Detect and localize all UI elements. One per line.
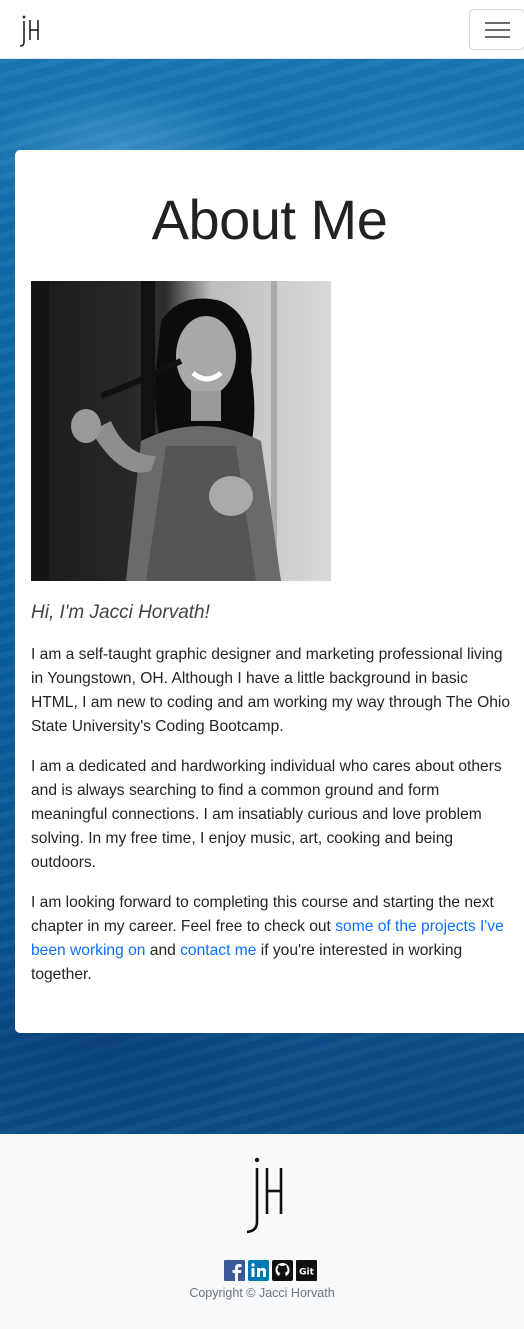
hamburger-bar xyxy=(485,29,510,31)
linkedin-icon[interactable] xyxy=(248,1260,269,1281)
hamburger-menu-icon xyxy=(485,22,510,24)
profile-photo xyxy=(31,281,331,581)
jh-footer-logo-icon xyxy=(242,1156,290,1234)
about-paragraph-3: I am looking forward to completing this … xyxy=(31,891,513,987)
hamburger-bar xyxy=(485,36,510,38)
svg-text:Git: Git xyxy=(299,1268,314,1278)
facebook-icon[interactable] xyxy=(224,1260,245,1281)
page-title: About Me xyxy=(151,188,388,251)
paragraph-3-text-middle: and xyxy=(145,942,181,959)
jh-logo-icon[interactable] xyxy=(18,12,44,48)
contact-link[interactable]: contact me xyxy=(180,942,256,959)
navbar-toggler-button[interactable] xyxy=(469,9,524,50)
greeting-heading: Hi, I'm Jacci Horvath! xyxy=(31,602,210,623)
navbar xyxy=(0,0,524,59)
github-icon[interactable] xyxy=(272,1260,293,1281)
copyright-text: Copyright © Jacci Horvath xyxy=(189,1286,335,1300)
about-paragraph-1: I am a self-taught graphic designer and … xyxy=(31,646,511,735)
git-icon[interactable]: Git xyxy=(296,1260,317,1281)
about-paragraph-2: I am a dedicated and hardworking individ… xyxy=(31,758,502,871)
